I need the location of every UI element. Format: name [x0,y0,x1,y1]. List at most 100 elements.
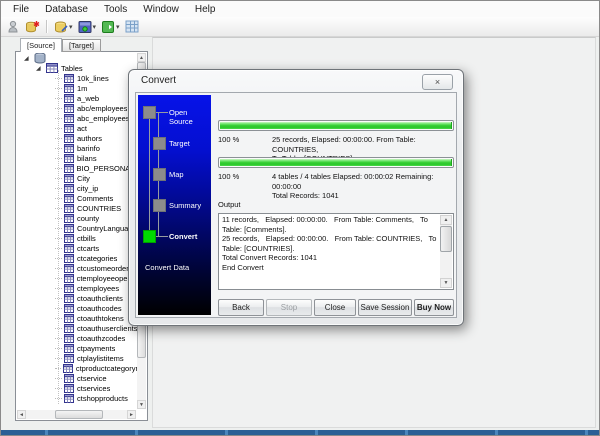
table-name: ctemployees [77,283,120,293]
table-tree-item[interactable]: ctemployeeoperatelog [17,273,146,283]
scroll-down-icon[interactable]: ▼ [137,400,146,409]
dialog-button[interactable]: Stop [266,299,312,316]
scrollbar-thumb[interactable] [440,226,452,252]
dropdown-caret-icon[interactable]: ▾ [116,23,120,31]
dialog-button[interactable]: Close [314,299,356,316]
table-name: ctoauthclients [77,293,123,303]
table-tree-item[interactable]: ctservices [17,383,146,393]
taskbar-strip [1,430,599,435]
menu-item[interactable]: Tools [96,2,135,17]
dialog-button[interactable]: Save Session [358,299,412,316]
step-marker-icon [143,106,156,119]
table-icon [64,263,74,273]
table-tree-item[interactable]: BIO_PERSONAL_INF [17,163,146,173]
tables-tree: ◢ ◢ Tables 10k_lines 1m a_web abc/employ… [17,53,146,419]
table-tree-item[interactable]: 1m [17,83,146,93]
menu-item[interactable]: Window [135,2,187,17]
overall-progress-percent: 100 % [218,172,240,181]
export-dropdown-icon[interactable]: ▾ [99,18,122,35]
table-tree-item[interactable]: 10k_lines [17,73,146,83]
table-tree-item[interactable]: act [17,123,146,133]
output-scrollbar[interactable]: ▲ ▼ [440,215,452,288]
output-box[interactable]: 11 records, Elapsed: 00:00:00. From Tabl… [218,213,454,290]
table-name: ctproductcategoryrelation [75,363,146,373]
table-tree-item[interactable]: ctcategories [17,253,146,263]
table-name: bilans [77,153,97,163]
menu-item[interactable]: Database [37,2,96,17]
panel-tab[interactable]: [Target] [61,39,101,52]
scroll-down-icon[interactable]: ▼ [440,278,452,288]
table-tree-item[interactable]: ctpayments [17,343,146,353]
dropdown-caret-icon[interactable]: ▾ [93,23,97,31]
new-session-icon[interactable] [23,18,42,35]
table-name: abc_employees [77,113,130,123]
table-icon [64,113,74,123]
step-label: Open Source [169,108,193,126]
wizard-steps: Open Source Target Map Summary Convert [138,106,211,261]
expander-icon[interactable]: ◢ [36,65,43,72]
table-icon [64,223,74,233]
scroll-up-icon[interactable]: ▲ [137,53,146,62]
table-tree-item[interactable]: ctshopproducts [17,393,146,403]
table-tree-item[interactable]: a_web [17,93,146,103]
table-tree-item[interactable]: ctoauthzcodes [17,333,146,343]
table-tree-item[interactable]: ctcarts [17,243,146,253]
step-label: Summary [169,201,202,210]
table-grid-icon[interactable] [123,18,141,35]
table-tree-item[interactable]: ctemployees [17,283,146,293]
menu-item[interactable]: File [5,2,37,17]
table-tree-item[interactable]: ctservice [17,373,146,383]
table-tree-item[interactable]: ctoauthclients [17,293,146,303]
panel-tab[interactable]: [Source] [20,38,62,52]
table-tree-item[interactable]: county [17,213,146,223]
close-icon[interactable]: × [422,74,453,90]
table-tree-item[interactable]: CountryLanguage [17,223,146,233]
table-tree-item[interactable]: COUNTRIES [17,203,146,213]
dropdown-caret-icon[interactable]: ▾ [69,23,73,31]
table-name: 10k_lines [77,73,109,83]
table-name: ctbills [77,233,96,243]
table-tree-item[interactable]: barinfo [17,143,146,153]
table-icon [64,283,74,293]
table-tree-item[interactable]: Comments [17,193,146,203]
table-icon [64,333,74,343]
open-database-icon [55,21,68,33]
scrollbar-thumb[interactable] [55,410,103,419]
dialog-title: Convert [141,75,177,86]
open-database-dropdown-icon[interactable]: ▾ [52,18,75,35]
convert-dropdown-icon[interactable]: ▾ [76,18,99,35]
table-tree-item[interactable]: ctbills [17,233,146,243]
table-icon [64,173,74,183]
wizard-content: 100 % 25 records, Elapsed: 00:00:00. Fro… [218,95,454,316]
table-name: ctcustomeorders [77,263,133,273]
table-tree-item[interactable]: ctproductcategoryrelation [17,363,146,373]
table-tree-item[interactable]: abc_employees [17,113,146,123]
scroll-right-icon[interactable]: ► [127,410,136,419]
scroll-up-icon[interactable]: ▲ [440,215,452,225]
dialog-button[interactable]: Buy Now [414,299,454,316]
overall-progress-detail: 4 tables / 4 tables Elapsed: 00:00:02 Re… [272,172,434,200]
tree-horizontal-scrollbar[interactable]: ◄ ► [17,410,136,419]
table-tree-item[interactable]: abc/employees [17,103,146,113]
expander-icon[interactable]: ◢ [24,55,31,62]
table-tree-item[interactable]: ctcustomeorders [17,263,146,273]
table-tree-item[interactable]: ctplaylistitems [17,353,146,363]
table-tree-item[interactable]: ctoauthtokens [17,313,146,323]
convert-wizard-icon [78,20,92,33]
table-tree-item[interactable]: ctoauthuserclients [17,323,146,333]
step-marker-icon [153,168,166,181]
scroll-left-icon[interactable]: ◄ [17,410,26,419]
dialog-button[interactable]: Back [218,299,264,316]
table-tree-item[interactable]: bilans [17,153,146,163]
table-grid-icon [125,20,139,33]
connect-icon[interactable] [4,18,22,35]
tree-root-node[interactable]: ◢ [17,53,146,64]
table-tree-item[interactable]: City [17,173,146,183]
table-tree-item[interactable]: ctoauthcodes [17,303,146,313]
table-icon [64,153,74,163]
tree-node-tables[interactable]: ◢ Tables [17,63,146,73]
menu-item[interactable]: Help [187,2,224,17]
step-connector-line [156,112,168,113]
table-tree-item[interactable]: city_ip [17,183,146,193]
table-tree-item[interactable]: authors [17,133,146,143]
